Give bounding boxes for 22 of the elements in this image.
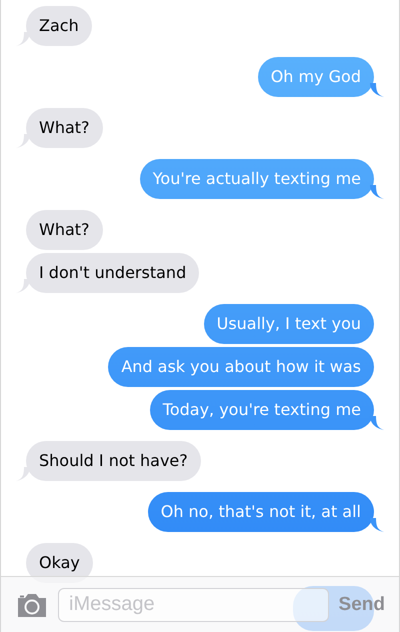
message-bubble: Zach (16, 6, 92, 46)
message-bubble: Should I not have? (16, 441, 201, 481)
message-bubble: Oh no, that's not it, at all (148, 492, 384, 532)
bubble-tail-icon (370, 83, 384, 97)
message-bubble: What? (26, 210, 103, 250)
bubble-tail-icon (16, 279, 30, 293)
message-bubble: You're actually texting me (140, 159, 384, 199)
message-bubble: And ask you about how it was (108, 347, 374, 387)
bubble-tail-icon (16, 134, 30, 148)
message-bubble: Oh my God (258, 57, 384, 97)
bubble-tail-icon (16, 467, 30, 481)
message-bubble: Usually, I text you (204, 304, 374, 344)
message-bubble: Today, you're texting me (150, 390, 384, 430)
camera-icon[interactable] (16, 592, 48, 618)
bubble-tail-icon (370, 185, 384, 199)
bubble-tail-icon (370, 518, 384, 532)
bubble-tail-icon (16, 32, 30, 46)
send-button[interactable]: Send (336, 594, 387, 616)
message-input-field[interactable]: iMessage (58, 588, 329, 622)
message-bubble: I don't understand (16, 253, 200, 293)
bubble-tail-icon (370, 416, 384, 430)
message-bubble: What? (16, 108, 103, 148)
